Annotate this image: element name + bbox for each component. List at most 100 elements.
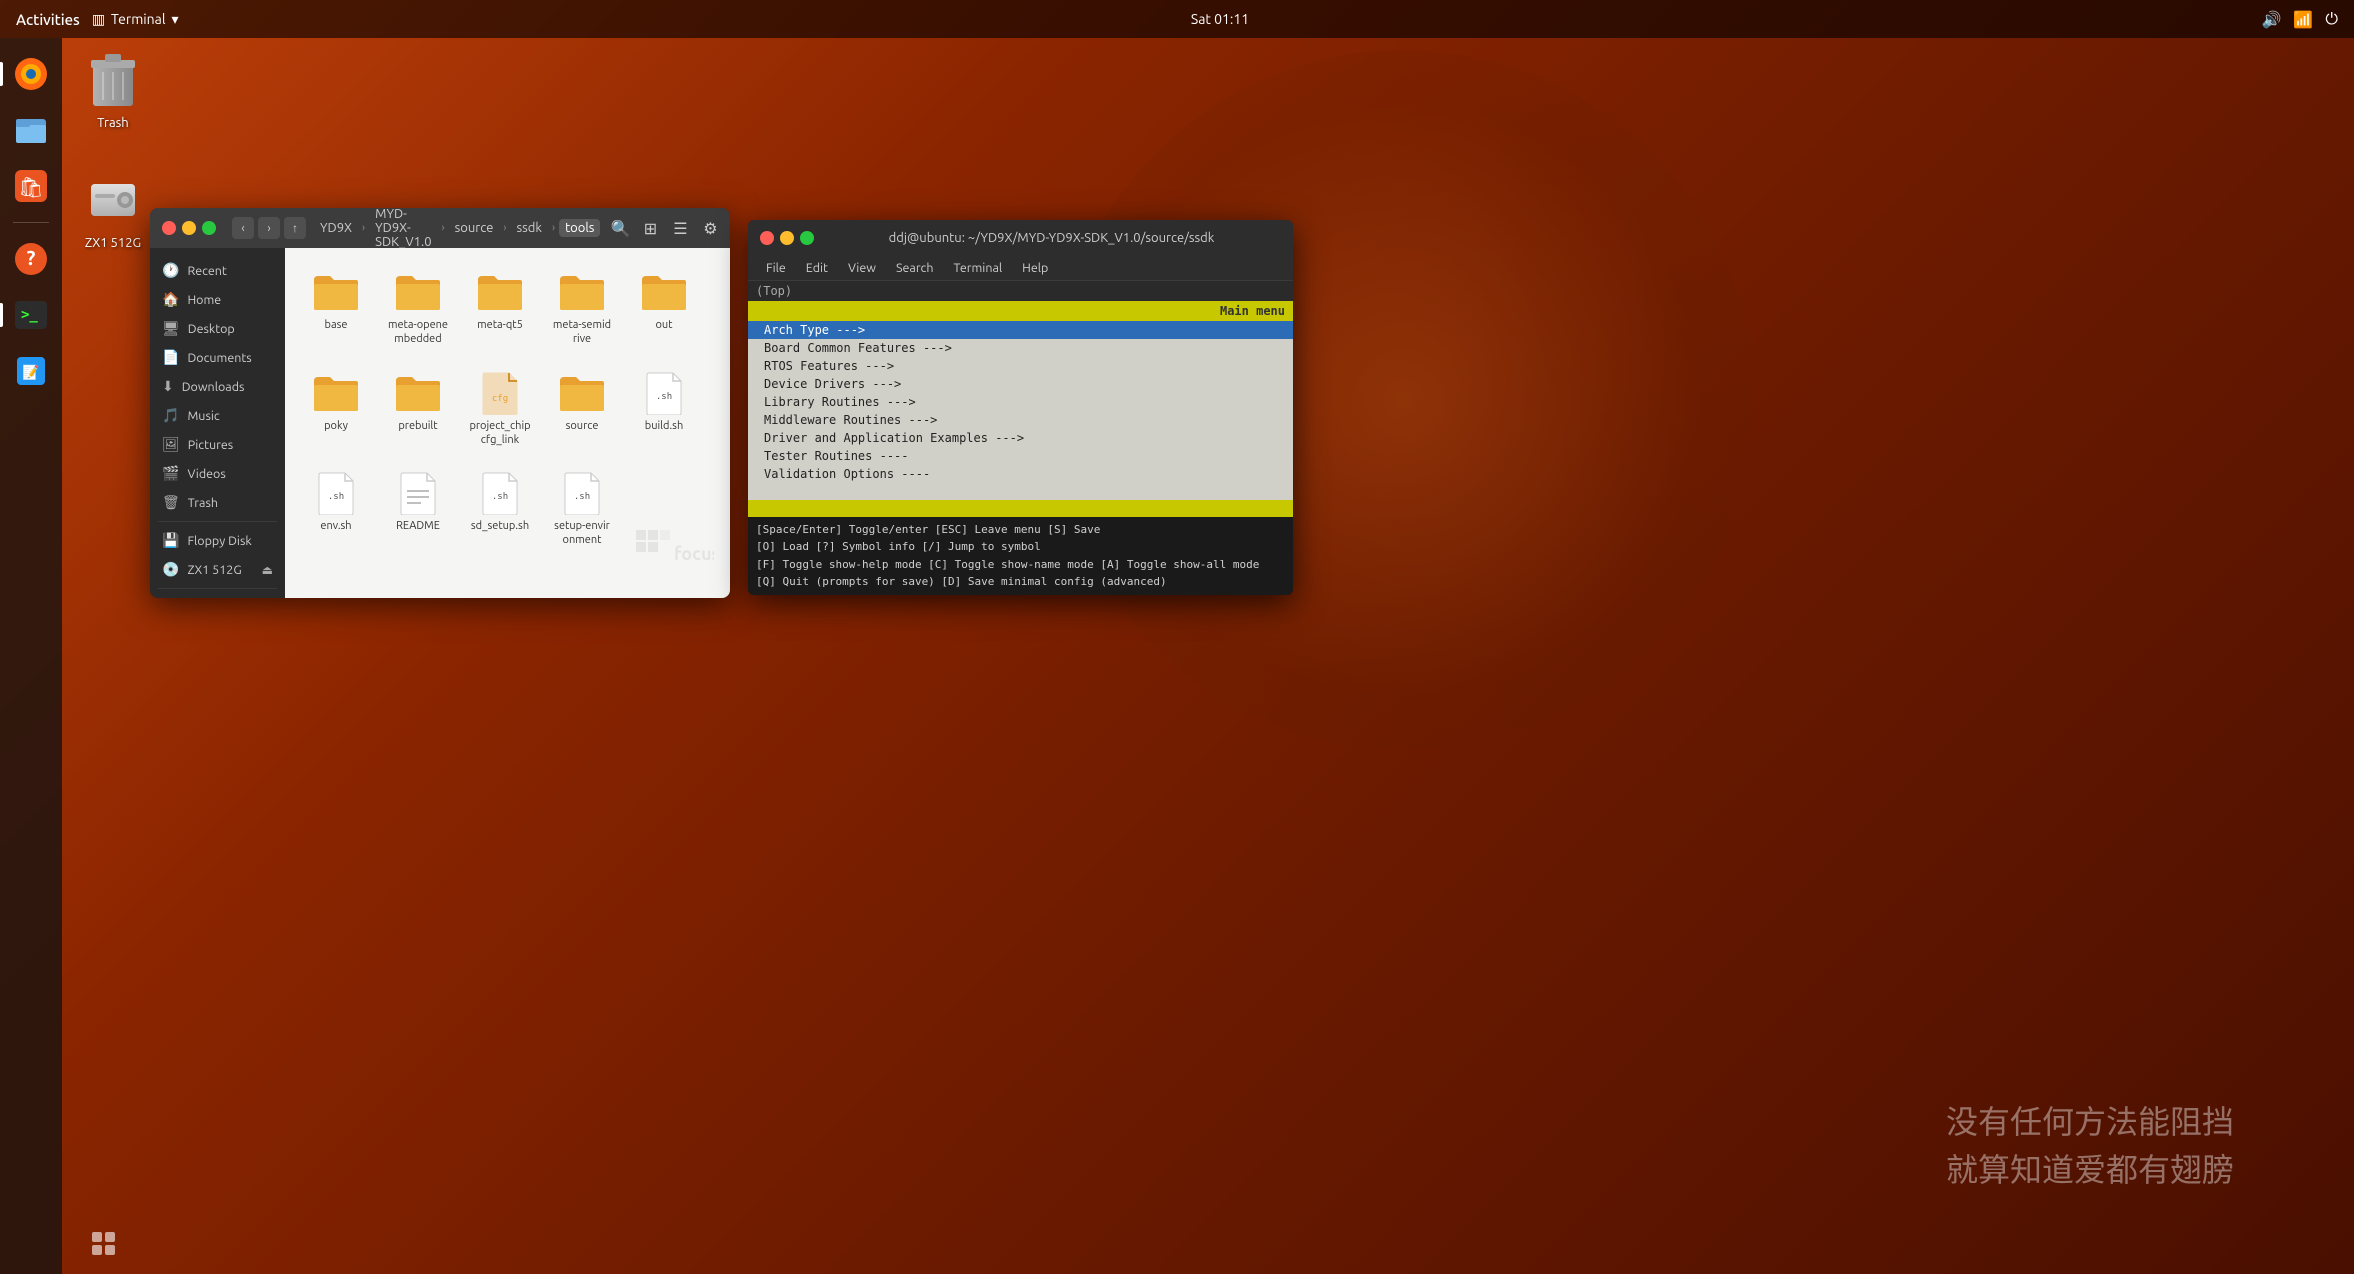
- dock-icon-help[interactable]: ?: [7, 235, 55, 283]
- fm-minimize-button[interactable]: [182, 221, 196, 235]
- topbar: Activities ▥ Terminal ▾ Sat 01:11 🔊 📶 ⏻: [0, 0, 2354, 38]
- fm-folder-base[interactable]: base: [301, 264, 371, 353]
- fm-up-button[interactable]: ↑: [284, 217, 306, 239]
- dock-icon-terminal[interactable]: >_: [7, 291, 55, 339]
- fm-folder-meta-semidrive[interactable]: meta-semidrive: [547, 264, 617, 353]
- dock-icon-software[interactable]: 🛍: [7, 162, 55, 210]
- fm-content: base meta-openembedded: [285, 248, 730, 598]
- fm-sidebar-documents[interactable]: 📄 Documents: [150, 343, 285, 372]
- dock-separator: [13, 222, 49, 223]
- term-menu-list: Arch Type ---> Board Common Features ---…: [748, 321, 1293, 500]
- fm-sidebar-floppy[interactable]: 💾 Floppy Disk: [150, 526, 285, 555]
- floppy-icon: 💾: [162, 532, 179, 549]
- term-entry-validation[interactable]: Validation Options ----: [748, 465, 1293, 483]
- fm-breadcrumb: YD9X › MYD-YD9X-SDK_V1.0 › source › ssdk…: [314, 208, 600, 251]
- fm-folder-prebuilt[interactable]: prebuilt: [383, 365, 453, 454]
- term-title: ddj@ubuntu: ~/YD9X/MYD-YD9X-SDK_V1.0/sou…: [822, 231, 1281, 245]
- term-menu-edit[interactable]: Edit: [796, 258, 838, 278]
- term-minimize-button[interactable]: [780, 231, 794, 245]
- fm-file-build-sh[interactable]: .sh build.sh: [629, 365, 699, 454]
- desktop-drive-icon[interactable]: ZX1 512G: [68, 168, 158, 250]
- trash-sidebar-icon: 🗑: [162, 494, 180, 511]
- fm-folder-out[interactable]: out: [629, 264, 699, 353]
- music-icon: 🎵: [162, 407, 179, 424]
- fm-sidebar-divider2: [158, 588, 277, 589]
- term-entry-middleware[interactable]: Middleware Routines --->: [748, 411, 1293, 429]
- fm-file-sd-setup[interactable]: .sh sd_setup.sh: [465, 465, 535, 554]
- term-entry-library[interactable]: Library Routines --->: [748, 393, 1293, 411]
- fm-folder-poky[interactable]: poky: [301, 365, 371, 454]
- fm-breadcrumb-ssdk[interactable]: ssdk: [511, 219, 548, 237]
- fm-forward-button[interactable]: ›: [258, 217, 280, 239]
- fm-view-toggle[interactable]: ⊞: [638, 216, 662, 240]
- fm-sidebar-downloads-label: Downloads: [182, 380, 245, 394]
- bottom-dock: [62, 1218, 2354, 1274]
- fm-nav-buttons: ‹ › ↑: [232, 217, 306, 239]
- fm-breadcrumb-sdk[interactable]: MYD-YD9X-SDK_V1.0: [369, 208, 437, 251]
- folder-meta-oe-icon: [394, 270, 442, 314]
- fm-file-readme[interactable]: README: [383, 465, 453, 554]
- app-menu[interactable]: ▥ Terminal ▾: [92, 11, 179, 28]
- term-maximize-button[interactable]: [800, 231, 814, 245]
- dock-icon-libreoffice[interactable]: 📝: [7, 347, 55, 395]
- fm-sidebar-pictures[interactable]: 🖼 Pictures: [150, 430, 285, 459]
- lyrics-line1: 没有任何方法能阻挡: [1946, 1098, 2234, 1146]
- dock-icon-firefox[interactable]: [7, 50, 55, 98]
- term-entry-arch-type[interactable]: Arch Type --->: [748, 321, 1293, 339]
- term-menu-file[interactable]: File: [756, 258, 796, 278]
- dock-icon-files[interactable]: [7, 106, 55, 154]
- file-build-label: build.sh: [645, 419, 683, 433]
- term-menu-view[interactable]: View: [838, 258, 886, 278]
- fm-sidebar-videos[interactable]: 🎬 Videos: [150, 459, 285, 488]
- network-icon[interactable]: 📶: [2293, 10, 2313, 29]
- term-menu-help[interactable]: Help: [1012, 258, 1058, 278]
- fm-back-button[interactable]: ‹: [232, 217, 254, 239]
- fm-sidebar-music[interactable]: 🎵 Music: [150, 401, 285, 430]
- folder-meta-sd-icon: [558, 270, 606, 314]
- term-hint-2: [O] Load [?] Symbol info [/] Jump to sym…: [756, 538, 1285, 556]
- fm-sidebar-recent[interactable]: 🕐 Recent: [150, 256, 285, 285]
- fm-settings-button[interactable]: ⚙: [698, 216, 722, 240]
- fm-eject-icon[interactable]: ⏏: [262, 563, 273, 577]
- fm-maximize-button[interactable]: [202, 221, 216, 235]
- fm-sidebar-downloads[interactable]: ⬇ Downloads: [150, 372, 285, 401]
- term-close-button[interactable]: [760, 231, 774, 245]
- activities-button[interactable]: Activities: [16, 11, 80, 28]
- app-grid-button[interactable]: [82, 1222, 130, 1270]
- fm-sidebar-desktop[interactable]: 🖥 Desktop: [150, 314, 285, 343]
- term-entry-driver-examples[interactable]: Driver and Application Examples --->: [748, 429, 1293, 447]
- desktop-trash-icon[interactable]: Trash: [68, 48, 158, 130]
- fm-folder-source[interactable]: source: [547, 365, 617, 454]
- term-main-menu-title: Main menu: [748, 301, 1293, 321]
- fm-sidebar-other-locations[interactable]: + Other Locations: [150, 593, 285, 598]
- folder-out-icon: [640, 270, 688, 314]
- fm-sidebar-zx1-label: ZX1 512G: [187, 563, 241, 577]
- fm-sidebar-zx1[interactable]: 💿 ZX1 512G ⏏: [150, 555, 285, 584]
- fm-breadcrumb-source[interactable]: source: [449, 219, 500, 237]
- term-entry-tester[interactable]: Tester Routines ----: [748, 447, 1293, 465]
- fm-sidebar-home[interactable]: 🏠 Home: [150, 285, 285, 314]
- app-menu-arrow: ▾: [172, 11, 179, 28]
- term-entry-board-common[interactable]: Board Common Features --->: [748, 339, 1293, 357]
- term-entry-rtos[interactable]: RTOS Features --->: [748, 357, 1293, 375]
- power-icon[interactable]: ⏻: [2325, 10, 2338, 29]
- fm-sidebar: 🕐 Recent 🏠 Home 🖥 Desktop 📄 Documents ⬇ …: [150, 248, 285, 598]
- fm-file-project-link[interactable]: cfg project_chipcfg_link: [465, 365, 535, 454]
- fm-breadcrumb-yd9x[interactable]: YD9X: [314, 219, 358, 237]
- fm-folder-meta-openembedded[interactable]: meta-openembedded: [383, 264, 453, 353]
- fm-menu-button[interactable]: ☰: [668, 216, 692, 240]
- fm-file-env-sh[interactable]: .sh env.sh: [301, 465, 371, 554]
- fm-close-button[interactable]: [162, 221, 176, 235]
- fm-folder-meta-qt5[interactable]: meta-qt5: [465, 264, 535, 353]
- speaker-icon[interactable]: 🔊: [2262, 10, 2282, 29]
- svg-text:🛍: 🛍: [18, 175, 43, 198]
- fm-breadcrumb-tools[interactable]: tools: [559, 219, 600, 237]
- term-menu-terminal[interactable]: Terminal: [944, 258, 1013, 278]
- file-setup-env-icon: .sh: [558, 471, 606, 515]
- file-setup-env-label: setup-environment: [551, 519, 613, 548]
- fm-file-setup-env[interactable]: .sh setup-environment: [547, 465, 617, 554]
- term-entry-device-drivers[interactable]: Device Drivers --->: [748, 375, 1293, 393]
- fm-search-button[interactable]: 🔍: [608, 216, 632, 240]
- fm-sidebar-trash[interactable]: 🗑 Trash: [150, 488, 285, 517]
- term-menu-search[interactable]: Search: [886, 258, 944, 278]
